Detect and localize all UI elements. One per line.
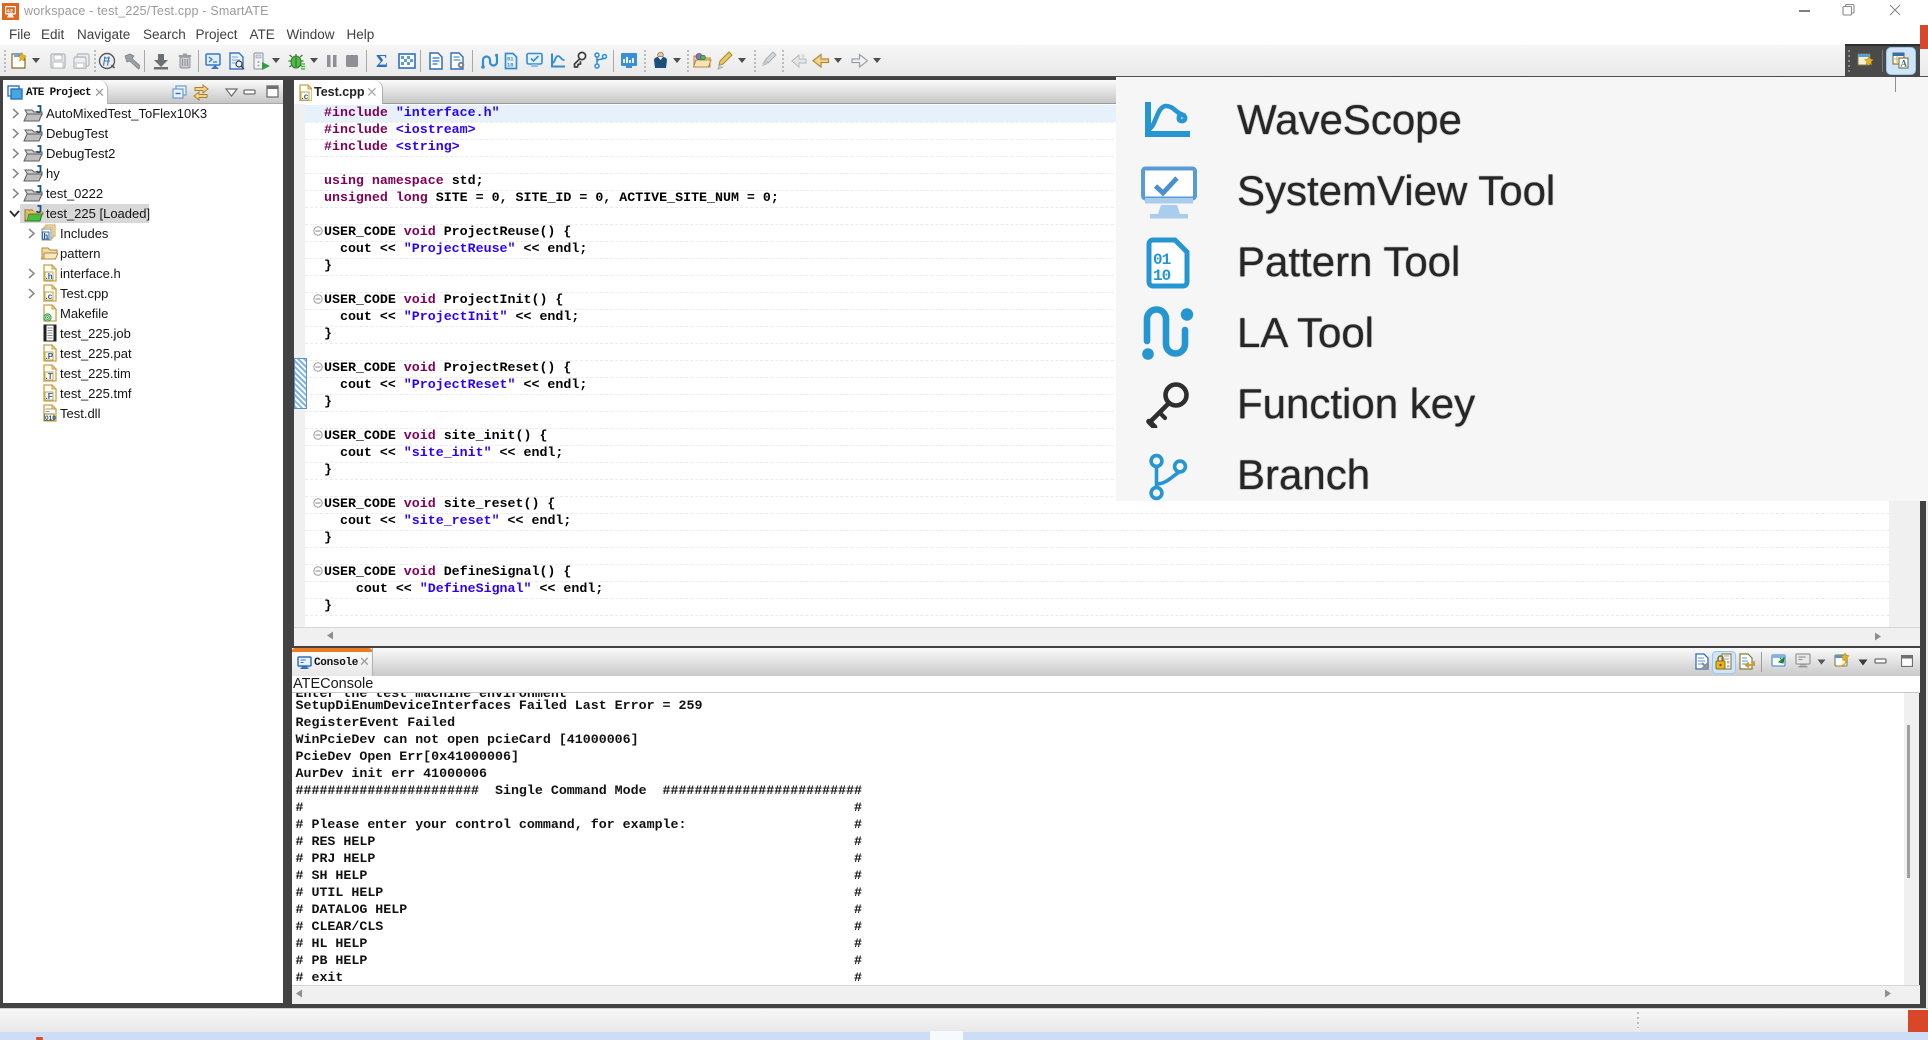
svg-text:.h: .h <box>46 272 53 281</box>
svg-text:Σ: Σ <box>376 51 388 71</box>
svg-text:h: h <box>44 232 49 241</box>
svg-text:.T: .T <box>46 372 53 381</box>
svg-text:010: 010 <box>45 415 56 422</box>
svg-text:.c: .c <box>46 292 53 301</box>
svg-text:A: A <box>1901 59 1908 69</box>
svg-text:10: 10 <box>507 62 514 69</box>
svg-text:.P: .P <box>46 352 54 361</box>
svg-text:42: 42 <box>7 8 14 15</box>
svg-text:.F: .F <box>46 392 53 401</box>
svg-text:.c: .c <box>302 92 309 101</box>
svg-text:10: 10 <box>1153 267 1171 285</box>
